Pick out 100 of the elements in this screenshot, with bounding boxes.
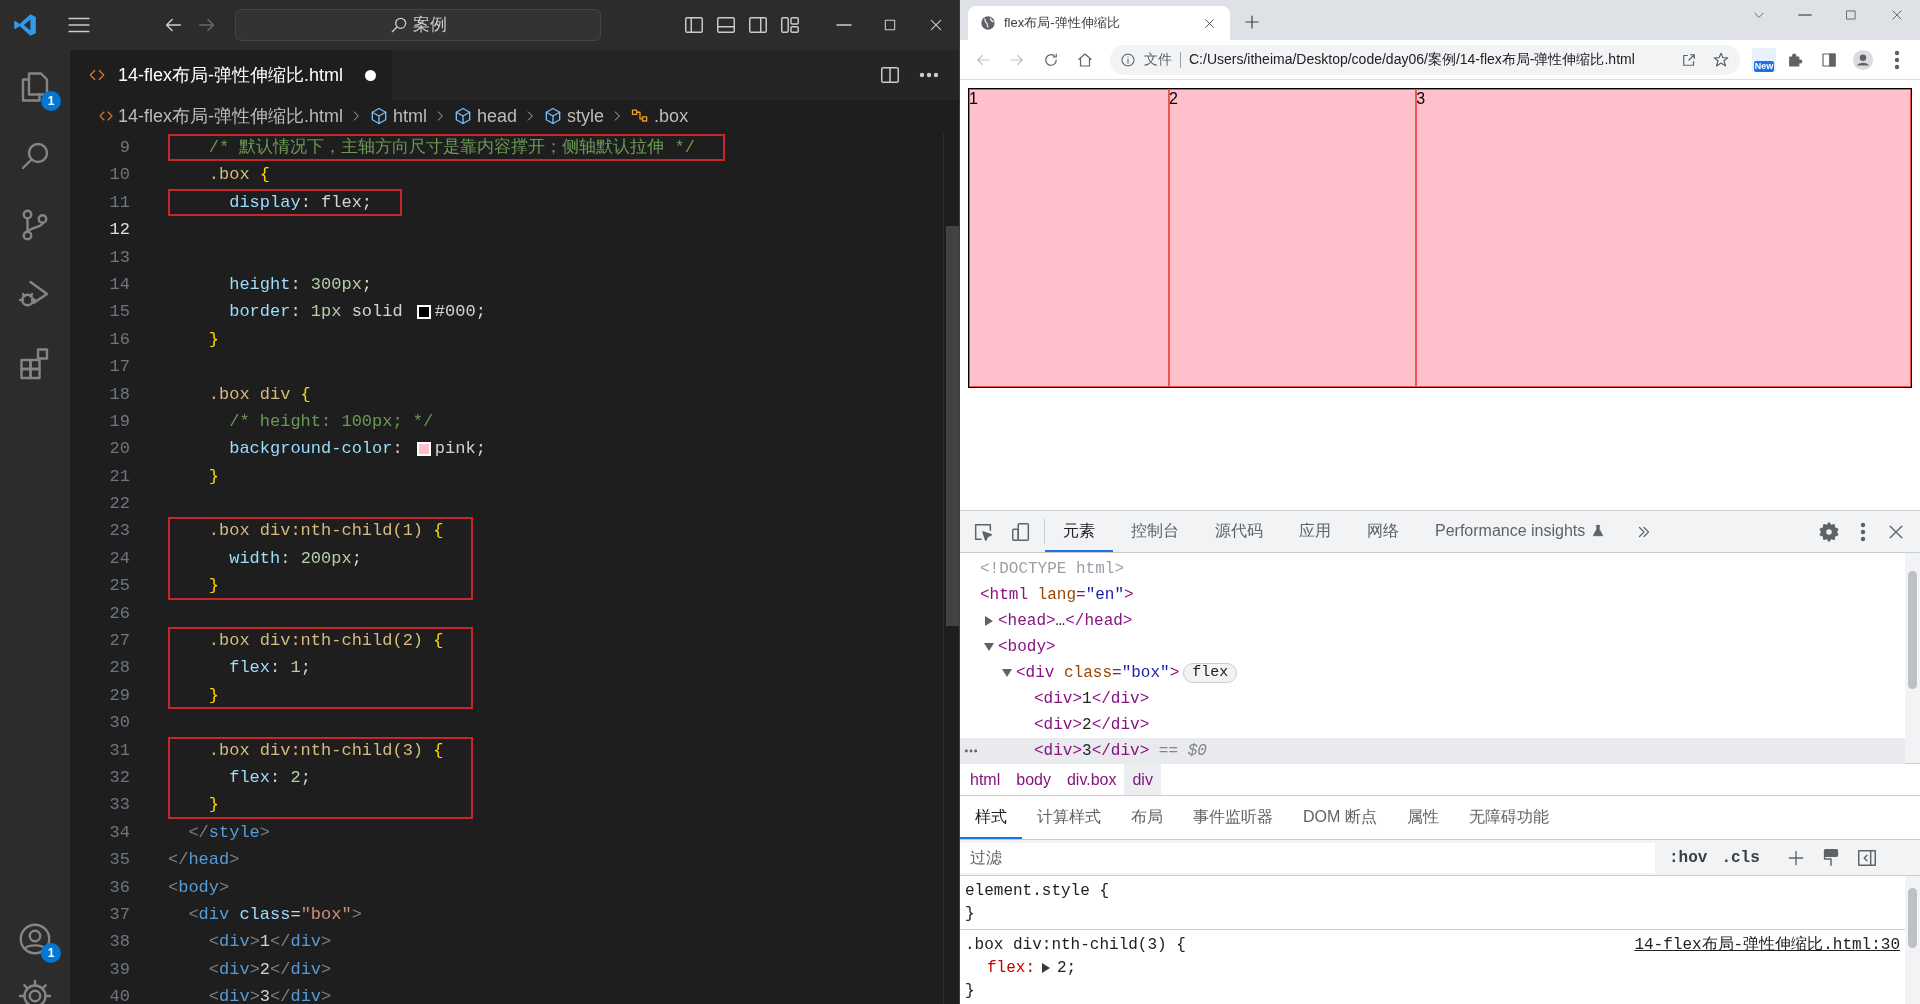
tab-title: flex布局-弹性伸缩比 — [1004, 14, 1120, 33]
color-swatch-icon[interactable] — [416, 442, 431, 456]
expanded-triangle-icon[interactable] — [984, 642, 994, 652]
dom-node-text: <div class="box"> — [1016, 663, 1180, 684]
app-logo-icon — [12, 12, 38, 38]
breadcrumb-item[interactable]: head — [477, 102, 518, 130]
devtools-tab[interactable]: 控制台 — [1113, 511, 1197, 552]
devtools-tab[interactable]: 应用 — [1281, 511, 1349, 552]
dom-tree-row[interactable]: <body> — [960, 634, 1905, 660]
styles-tab[interactable]: 无障碍功能 — [1453, 796, 1564, 839]
dom-node-text: <div>1</div> — [1034, 689, 1150, 710]
styles-scrollbar[interactable] — [1905, 876, 1920, 1004]
devtools-tab[interactable]: 源代码 — [1197, 511, 1281, 552]
code-text: .box { — [207, 164, 271, 187]
breadcrumb-item[interactable]: html — [393, 102, 428, 130]
devtools-tab[interactable]: 网络 — [1349, 511, 1417, 552]
panel-toggle-icon[interactable] — [715, 14, 737, 36]
color-swatch-icon[interactable] — [416, 305, 431, 320]
plus-icon — [1243, 13, 1261, 31]
code-text: background-color: — [228, 438, 404, 461]
code-text: flex: 2; — [228, 767, 311, 789]
device-toggle-icon[interactable] — [1010, 520, 1032, 543]
styles-tab[interactable]: 事件监听器 — [1178, 796, 1288, 839]
line-number: 15 — [108, 301, 130, 324]
filter-field[interactable]: 过滤 — [960, 842, 1655, 873]
styles-tab[interactable]: 属性 — [1391, 796, 1454, 839]
breadcrumb-item[interactable]: .box — [654, 102, 689, 130]
breadcrumb-item[interactable]: style — [567, 102, 605, 130]
code-text: <div>2</div> — [207, 958, 332, 981]
star-icon[interactable] — [1712, 50, 1730, 69]
dom-breadcrumb[interactable]: html — [962, 764, 1009, 795]
code-text: } — [207, 575, 219, 598]
secondary-sidebar-toggle-icon[interactable] — [747, 14, 769, 36]
dom-tree-row[interactable]: <html lang="en"> — [960, 582, 1905, 608]
line-number: 36 — [108, 876, 130, 899]
split-editor-icon[interactable] — [879, 64, 901, 86]
kebab-menu-icon[interactable] — [1860, 521, 1866, 542]
dom-tree-row[interactable]: <head>…</head> — [960, 608, 1905, 634]
settings-icon[interactable] — [1818, 520, 1840, 543]
styles-tab[interactable]: 布局 — [1116, 796, 1178, 839]
primary-sidebar-toggle-icon[interactable] — [683, 14, 705, 36]
dom-tree-row[interactable]: <div>2</div> — [960, 712, 1905, 738]
scrollbar-thumb[interactable] — [1908, 571, 1917, 689]
settings-icon[interactable] — [17, 977, 53, 1004]
address-bar[interactable]: 文件 C:/Users/itheima/Desktop/code/day06/案例/14-flex布局-弹性伸缩比.html — [1110, 44, 1740, 75]
close-icon — [928, 17, 944, 33]
dom-tree-row[interactable]: <div>3</div> == $0 — [960, 738, 1905, 764]
flex-badge[interactable]: flex — [1183, 663, 1238, 683]
line-number: 11 — [108, 191, 130, 214]
breadcrumb-item[interactable]: 14-flex布局-弹性伸缩比.html — [118, 102, 344, 130]
dom-breadcrumb[interactable]: div — [1124, 764, 1161, 795]
code-text: #000; — [434, 301, 486, 324]
dom-breadcrumb[interactable]: body — [1008, 764, 1059, 795]
extension-button[interactable]: New — [1752, 47, 1776, 72]
code-text: pink; — [434, 438, 486, 461]
devtools-tab[interactable]: 元素 — [1045, 511, 1113, 552]
styles-tab[interactable]: DOM 断点 — [1288, 796, 1392, 839]
more-options-icon[interactable] — [964, 749, 978, 753]
style-filter-button[interactable]: .cls — [1721, 845, 1760, 870]
line-number: 35 — [108, 849, 130, 872]
line-number: 40 — [108, 986, 130, 1004]
collapsed-triangle-icon[interactable] — [984, 616, 994, 626]
browser-tab[interactable]: flex布局-弹性伸缩比 — [968, 6, 1230, 40]
expand-triangle-icon[interactable] — [1041, 962, 1051, 973]
dom-node-text: <body> — [998, 637, 1056, 658]
line-number: 24 — [108, 547, 130, 570]
close-icon — [1202, 16, 1216, 30]
line-number: 30 — [108, 712, 130, 735]
tree-scrollbar[interactable] — [1905, 553, 1920, 763]
minimize-icon — [1798, 13, 1812, 17]
dom-breadcrumb[interactable]: div.box — [1058, 764, 1125, 795]
line-number: 39 — [108, 958, 130, 981]
command-search-field[interactable]: 案例 — [235, 9, 601, 41]
notification-badge: 1 — [41, 90, 61, 111]
line-number: 12 — [108, 219, 130, 242]
code-text: border: 1px solid — [228, 301, 404, 324]
line-number: 19 — [108, 410, 130, 433]
scrollbar-thumb[interactable] — [946, 226, 959, 626]
scrollbar-thumb[interactable] — [1908, 888, 1917, 948]
more-actions-icon[interactable] — [919, 72, 939, 78]
styles-tab[interactable]: 计算样式 — [1022, 796, 1116, 839]
close-icon — [1890, 8, 1904, 22]
dom-tree-row[interactable]: <div class="box"> flex — [960, 660, 1905, 686]
code-text: .box div:nth-child(3) { — [207, 739, 444, 762]
url-text: C:/Users/itheima/Desktop/code/day06/案例/14-flex布局-弹性伸缩比.html — [1189, 50, 1635, 69]
style-filter-button[interactable]: :hov — [1669, 845, 1708, 870]
line-number: 29 — [108, 684, 130, 707]
line-number: 31 — [108, 739, 130, 762]
devtools-tab[interactable]: Performance insights — [1417, 511, 1624, 552]
dom-tree-row[interactable]: <div>1</div> — [960, 686, 1905, 712]
expanded-triangle-icon[interactable] — [1002, 668, 1012, 678]
source-link[interactable]: 14-flex布局-弹性伸缩比.html:30 — [1634, 932, 1900, 957]
line-number: 32 — [108, 767, 130, 789]
customize-layout-icon[interactable] — [779, 14, 801, 36]
line-number: 27 — [108, 630, 130, 653]
dom-node-text: <head>…</head> — [998, 611, 1133, 632]
line-number: 26 — [108, 602, 130, 625]
editor-scrollbar[interactable] — [943, 132, 959, 1004]
code-text: height: 300px; — [228, 273, 373, 296]
editor-tab[interactable]: 14-flex布局-弹性伸缩比.html — [70, 50, 393, 100]
